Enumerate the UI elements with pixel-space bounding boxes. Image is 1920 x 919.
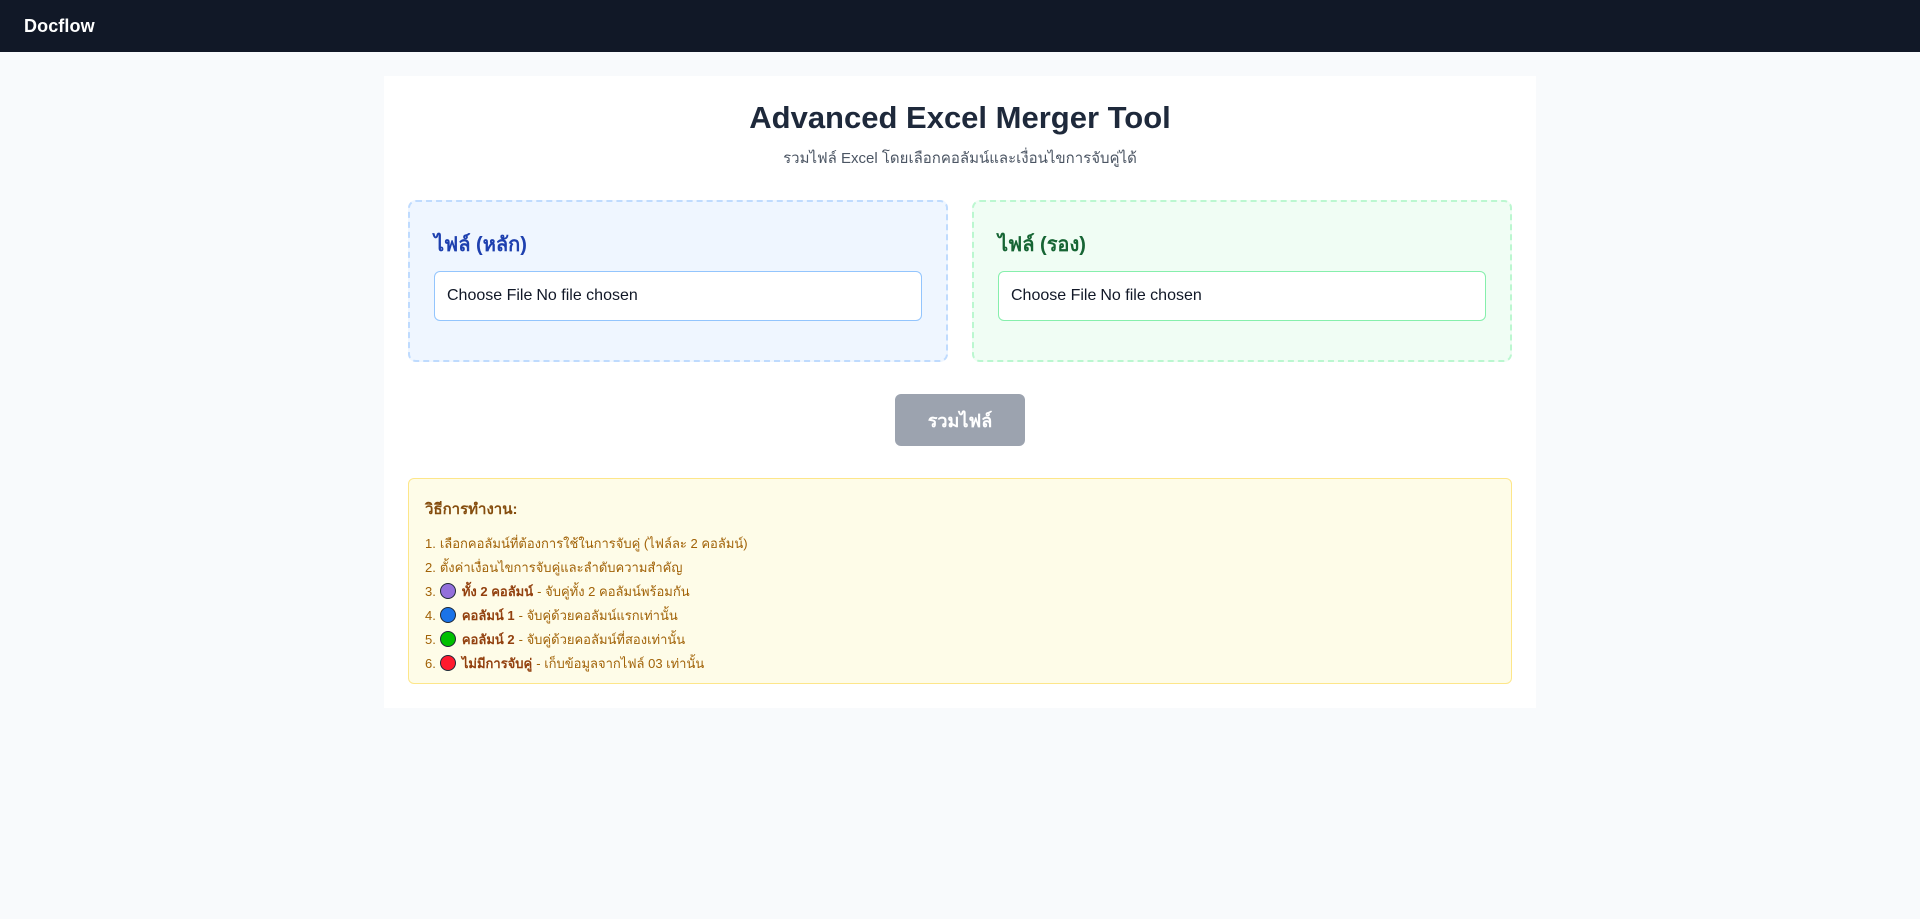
instruction-number: 4. — [425, 607, 436, 623]
instruction-number: 2. — [425, 559, 436, 575]
instruction-item: 5. คอลัมน์ 2- จับคู่ด้วยคอลัมน์ที่สองเท่า… — [425, 627, 1495, 651]
color-dot-icon — [439, 631, 456, 647]
color-dot-icon — [439, 583, 456, 599]
main-choose-file-button[interactable]: Choose File — [447, 287, 532, 305]
instruction-item: 2. ตั้งค่าเงื่อนไขการจับคู่และลำดับความสำ… — [425, 555, 1495, 579]
instructions-title: วิธีการทำงาน: — [425, 501, 518, 518]
merger-card: Advanced Excel Merger Tool รวมไฟล์ Excel… — [384, 76, 1536, 708]
brand-logo[interactable]: Docflow — [24, 16, 95, 37]
instruction-text: - จับคู่ด้วยคอลัมน์แรกเท่านั้น — [518, 607, 678, 623]
instruction-text: - จับคู่ทั้ง 2 คอลัมน์พร้อมกัน — [537, 583, 690, 599]
instruction-text: เลือกคอลัมน์ที่ต้องการใช้ในการจับคู่ (ไฟ… — [439, 535, 748, 551]
instruction-item: 1. เลือกคอลัมน์ที่ต้องการใช้ในการจับคู่ (… — [425, 531, 1495, 555]
top-navbar: Docflow — [0, 0, 1920, 52]
instruction-text: ตั้งค่าเงื่อนไขการจับคู่และลำดับความสำคั… — [439, 559, 683, 575]
page-subtitle: รวมไฟล์ Excel โดยเลือกคอลัมน์และเงื่อนไข… — [783, 150, 1137, 167]
main-file-label: ไฟล์ (หลัก) — [434, 234, 527, 256]
secondary-file-label: ไฟล์ (รอง) — [998, 234, 1086, 256]
instruction-mode-name: ไม่มีการจับคู่ — [461, 655, 533, 671]
instruction-number: 5. — [425, 631, 436, 647]
main-file-input[interactable]: Choose File No file chosen — [434, 271, 922, 321]
instruction-text: - เก็บข้อมูลจากไฟล์ 03 เท่านั้น — [536, 655, 705, 671]
secondary-file-status: No file chosen — [1100, 287, 1202, 304]
instruction-item: 3. ทั้ง 2 คอลัมน์ - จับคู่ทั้ง 2 คอลัมน์พร… — [425, 579, 1495, 603]
instruction-number: 1. — [425, 535, 436, 551]
instruction-mode-name: ทั้ง 2 คอลัมน์ — [461, 583, 534, 599]
main-file-upload-panel: ไฟล์ (หลัก) Choose File No file chosen — [408, 200, 948, 362]
color-dot-icon — [439, 655, 456, 671]
instruction-item: 6. ไม่มีการจับคู่ - เก็บข้อมูลจากไฟล์ 03 เ… — [425, 651, 1495, 675]
page-title: Advanced Excel Merger Tool — [749, 100, 1171, 135]
instruction-mode-name: คอลัมน์ 2 — [461, 631, 515, 647]
main-file-status: No file chosen — [536, 287, 638, 304]
secondary-file-input[interactable]: Choose File No file chosen — [998, 271, 1486, 321]
instruction-text: - จับคู่ด้วยคอลัมน์ที่สองเท่านั้น — [518, 631, 686, 647]
secondary-choose-file-button[interactable]: Choose File — [1011, 287, 1096, 305]
instruction-number: 3. — [425, 583, 436, 599]
instructions-panel: วิธีการทำงาน: 1. เลือกคอลัมน์ที่ต้องการใช… — [408, 478, 1512, 684]
instruction-mode-name: คอลัมน์ 1 — [461, 607, 515, 623]
instructions-list: 1. เลือกคอลัมน์ที่ต้องการใช้ในการจับคู่ (… — [425, 531, 1495, 675]
secondary-file-upload-panel: ไฟล์ (รอง) Choose File No file chosen — [972, 200, 1512, 362]
merge-files-button[interactable]: รวมไฟล์ — [895, 394, 1025, 446]
instruction-item: 4. คอลัมน์ 1- จับคู่ด้วยคอลัมน์แรกเท่านั้… — [425, 603, 1495, 627]
color-dot-icon — [439, 607, 456, 623]
instruction-number: 6. — [425, 655, 436, 671]
